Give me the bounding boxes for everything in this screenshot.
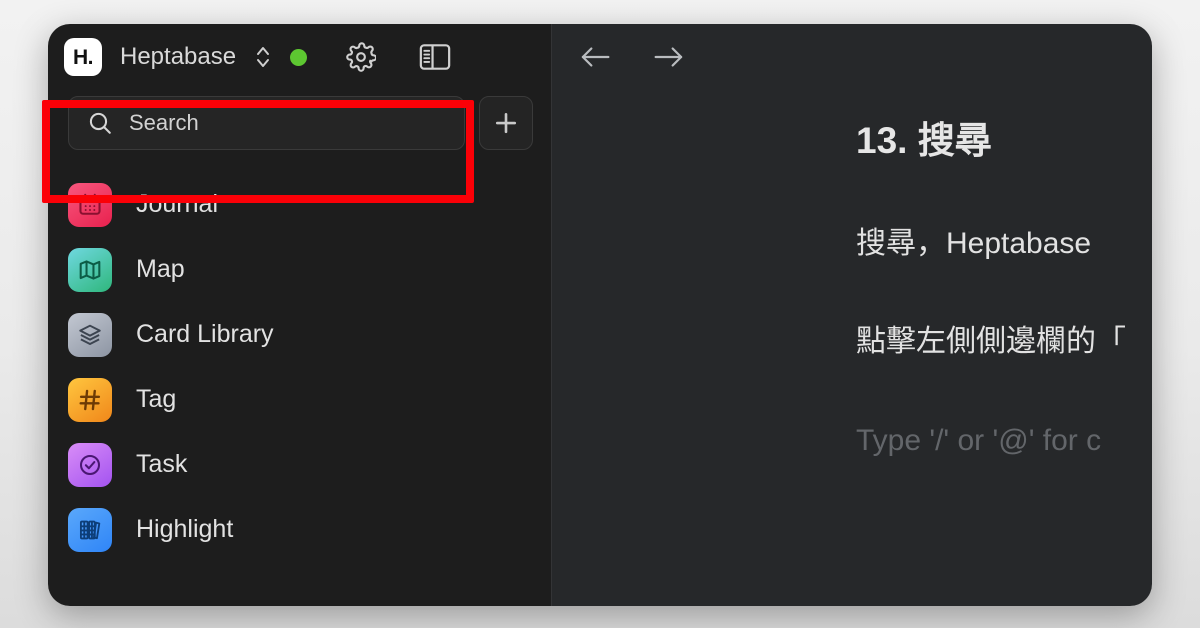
search-placeholder: Search: [129, 110, 199, 135]
document-paragraph: 點擊左側側邊欄的「: [856, 325, 1126, 358]
status-dot: [289, 48, 307, 66]
arrow-left-icon[interactable]: [578, 40, 612, 74]
sidebar: H. Heptabase Search Journal Map Card Lib…: [48, 24, 552, 606]
arrow-right-icon[interactable]: [652, 40, 686, 74]
sidebar-item-label: Journal: [136, 190, 218, 218]
main-toolbar: [552, 24, 1152, 90]
main-panel: 13. 搜尋 搜尋，Heptabase 點擊左側側邊欄的「 Type '/' o…: [552, 24, 1152, 606]
add-button[interactable]: [479, 96, 533, 150]
sidebar-item-card-library[interactable]: Card Library: [48, 302, 551, 367]
sidebar-header: H. Heptabase: [48, 24, 551, 90]
chevron-up-down-icon[interactable]: [248, 40, 278, 74]
check-circle-icon: [68, 442, 112, 487]
heptabase-logo-icon: H.: [64, 38, 102, 76]
sidebar-item-label: Card Library: [136, 320, 274, 348]
map-icon: [68, 247, 112, 292]
books-icon: [68, 507, 112, 552]
search-icon: [87, 110, 113, 136]
sidebar-nav-list: Journal Map Card Library Tag Task Highli…: [48, 172, 551, 562]
heptabase-logo-text: H.: [73, 45, 94, 69]
calendar-icon: [68, 182, 112, 227]
page-title: 13. 搜尋: [856, 120, 992, 161]
sidebar-item-highlight[interactable]: Highlight: [48, 497, 551, 562]
sidebar-item-task[interactable]: Task: [48, 432, 551, 497]
workspace-name: Heptabase: [120, 43, 237, 70]
sidebar-item-label: Tag: [136, 385, 177, 413]
layers-icon: [68, 312, 112, 357]
gear-icon[interactable]: [338, 37, 384, 77]
app-window: H. Heptabase Search Journal Map Card Lib…: [48, 24, 1152, 606]
document-body[interactable]: 13. 搜尋 搜尋，Heptabase 點擊左側側邊欄的「 Type '/' o…: [552, 90, 1152, 458]
status-dot-icon[interactable]: [278, 40, 318, 74]
sidebar-item-journal[interactable]: Journal: [48, 172, 551, 237]
sidebar-item-tag[interactable]: Tag: [48, 367, 551, 432]
document-paragraph: 搜尋，Heptabase: [856, 227, 1092, 260]
plus-icon: [495, 112, 517, 134]
sidebar-item-label: Task: [136, 450, 188, 478]
sidebar-item-label: Highlight: [136, 515, 234, 543]
hash-icon: [68, 377, 112, 422]
document-placeholder: Type '/' or '@' for c: [856, 424, 1102, 457]
search-input[interactable]: Search: [68, 96, 465, 150]
search-row: Search: [48, 92, 551, 154]
sidebar-item-map[interactable]: Map: [48, 237, 551, 302]
sidebar-panel-icon[interactable]: [412, 37, 458, 77]
sidebar-item-label: Map: [136, 255, 185, 283]
